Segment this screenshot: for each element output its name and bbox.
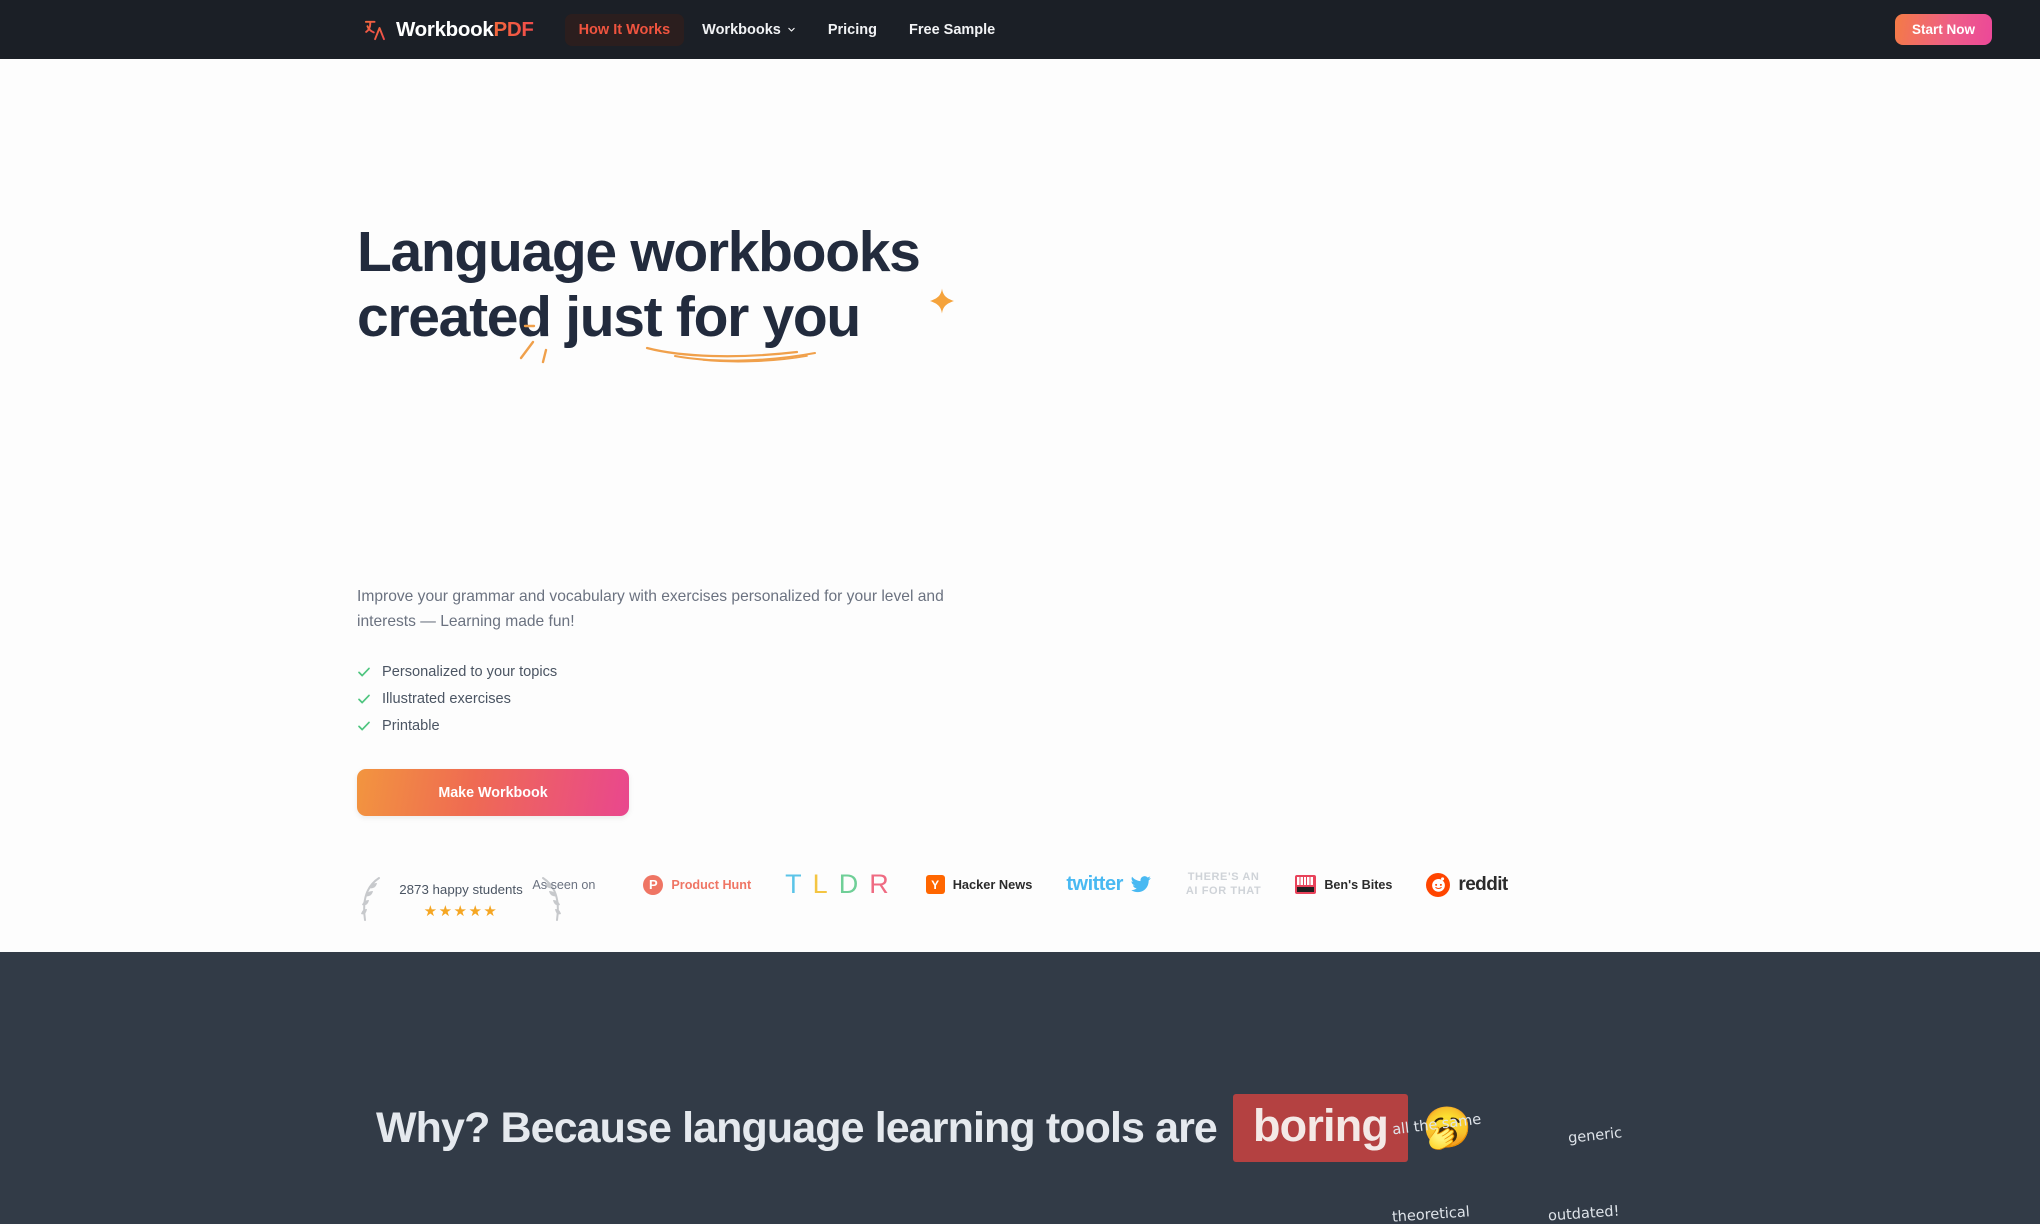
- list-item: Personalized to your topics: [357, 664, 2040, 680]
- top-navigation-bar: WorkbookPDF How It Works Workbooks Prici…: [0, 0, 2040, 59]
- feature-list: Personalized to your topics Illustrated …: [357, 664, 2040, 734]
- yawning-face-emoji: 🥱: [1422, 1106, 1472, 1150]
- page-title-text: Language workbooks created just for you: [357, 219, 921, 349]
- press-logo-label: Ben's Bites: [1324, 877, 1393, 892]
- press-logo-hacker-news[interactable]: Y Hacker News: [925, 875, 1033, 894]
- hacker-news-icon: Y: [925, 875, 945, 894]
- nav-link-free-sample-label: Free Sample: [909, 21, 996, 38]
- twitter-bird-icon: [1131, 876, 1152, 893]
- logo[interactable]: WorkbookPDF: [364, 18, 534, 42]
- check-icon: [357, 692, 371, 706]
- star-rating: ★★★★★: [423, 903, 499, 921]
- press-logo-bens-bites[interactable]: Ben's Bites: [1295, 875, 1392, 894]
- nav-link-pricing[interactable]: Pricing: [814, 14, 891, 46]
- nav-link-workbooks-label: Workbooks: [702, 21, 781, 38]
- why-section: Why? Because language learning tools are…: [0, 952, 2040, 1224]
- status-badge: boring: [1232, 1094, 1409, 1162]
- press-logo-product-hunt[interactable]: P Product Hunt: [643, 874, 752, 895]
- nav-links: How It Works Workbooks Pricing Free Samp…: [564, 13, 1010, 46]
- logo-text: WorkbookPDF: [396, 18, 534, 42]
- teeth-shape: [1297, 877, 1315, 885]
- press-logo-theres-an-ai-for-that[interactable]: THERE'S AN AI FOR THAT: [1186, 871, 1261, 899]
- press-logo-tldr[interactable]: T L D R: [785, 869, 892, 900]
- hero-subtitle: Improve your grammar and vocabulary with…: [357, 587, 944, 631]
- why-heading-group: Why? Because language learning tools are…: [376, 1094, 1472, 1162]
- tldr-letter-r: R: [869, 869, 892, 899]
- list-item: Printable: [357, 718, 2040, 734]
- nav-link-free-sample[interactable]: Free Sample: [895, 14, 1009, 46]
- feature-label: Personalized to your topics: [382, 664, 558, 681]
- boring-highlight: boring: [1252, 1100, 1389, 1151]
- press-logos-row: As seen on P Product Hunt T L D R Y Hack…: [0, 869, 2040, 900]
- press-logo-label: reddit: [1458, 873, 1508, 895]
- tldr-letter-d: D: [838, 869, 862, 899]
- nav-inner: WorkbookPDF How It Works Workbooks Prici…: [0, 0, 2040, 59]
- press-logo-twitter[interactable]: twitter: [1066, 873, 1152, 896]
- check-icon: [357, 719, 371, 733]
- bens-bites-teeth-icon: [1295, 875, 1317, 894]
- aift-line2: AI FOR THAT: [1185, 884, 1262, 897]
- press-logo-reddit[interactable]: reddit: [1426, 872, 1508, 897]
- nav-link-how-it-works-label: How It Works: [578, 21, 671, 38]
- tldr-letter-l: L: [812, 869, 831, 899]
- gum-shape: [1297, 887, 1315, 892]
- as-seen-on-label: As seen on: [532, 877, 596, 892]
- press-logo-label: THERE'S AN AI FOR THAT: [1186, 871, 1261, 899]
- press-logo-label: Product Hunt: [671, 877, 752, 892]
- logo-text-primary: Workbook: [396, 17, 494, 41]
- sparkle-icon: [928, 199, 956, 314]
- why-heading: Why? Because language learning tools are: [376, 1103, 1218, 1152]
- chevron-down-icon: [787, 22, 796, 38]
- product-hunt-icon: P: [643, 874, 664, 895]
- press-logo-label: twitter: [1066, 873, 1123, 895]
- reddit-icon: [1426, 872, 1451, 897]
- press-logo-label: Hacker News: [952, 877, 1033, 892]
- feature-label: Illustrated exercises: [382, 691, 511, 708]
- nav-link-workbooks[interactable]: Workbooks: [688, 14, 810, 46]
- list-item: Illustrated exercises: [357, 691, 2040, 707]
- feature-label: Printable: [382, 718, 440, 735]
- nav-link-pricing-label: Pricing: [827, 21, 877, 38]
- hero-section: Language workbooks created just for you …: [0, 59, 2040, 952]
- check-icon: [357, 665, 371, 679]
- translate-icon: [364, 18, 387, 41]
- tldr-letter-t: T: [785, 869, 805, 899]
- nav-link-how-it-works[interactable]: How It Works: [564, 13, 685, 46]
- logo-text-accent: PDF: [493, 17, 534, 41]
- start-now-button[interactable]: Start Now: [1894, 14, 1992, 45]
- aift-line1: THERE'S AN: [1187, 870, 1260, 883]
- make-workbook-button[interactable]: Make Workbook: [357, 769, 629, 817]
- page-title: Language workbooks created just for you: [357, 155, 954, 545]
